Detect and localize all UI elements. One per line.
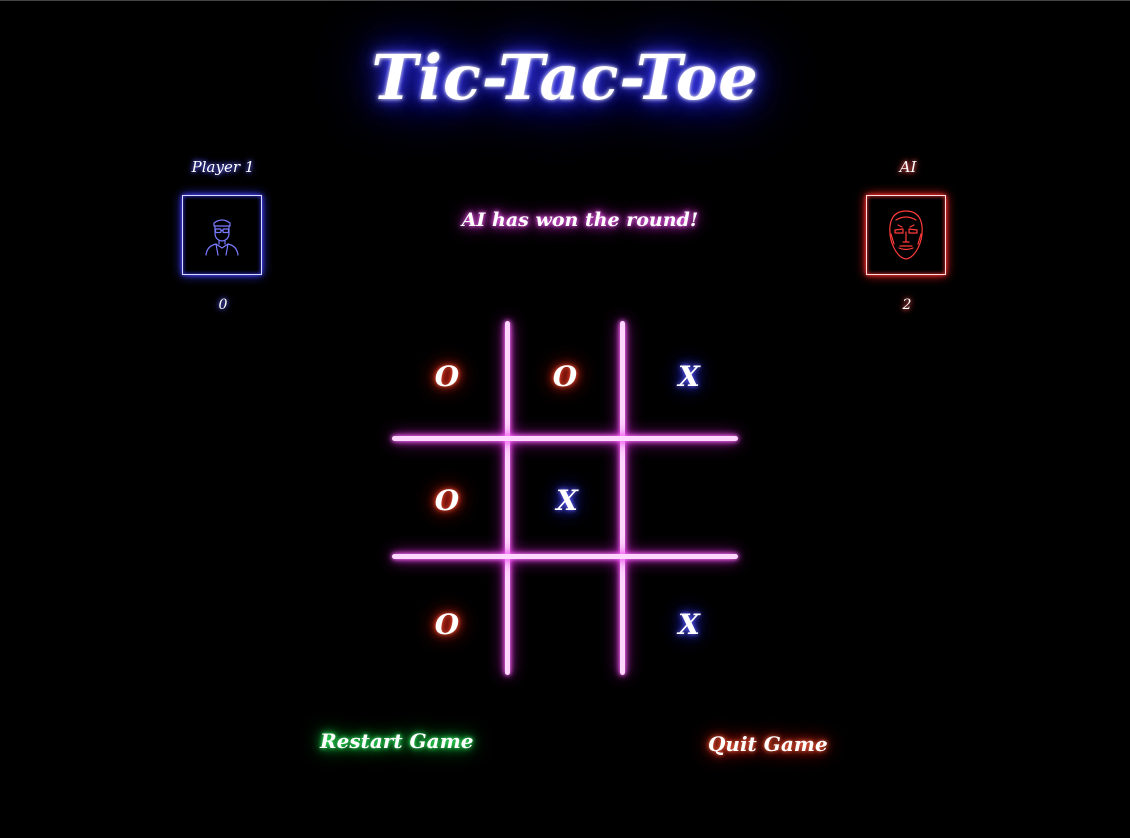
ai-score: 2 (902, 297, 912, 313)
board-cell-8[interactable] (512, 569, 622, 679)
player1-score: 0 (218, 297, 228, 313)
board-cell-1[interactable]: O (392, 321, 502, 431)
game-board: O O X O X O X (392, 321, 738, 675)
restart-game-button[interactable]: Restart Game (320, 729, 473, 753)
quit-game-button[interactable]: Quit Game (708, 732, 828, 756)
board-cell-4[interactable]: O (392, 445, 502, 555)
board-cell-9[interactable]: X (634, 569, 744, 679)
person-outline-icon (205, 219, 239, 256)
ai-avatar (866, 195, 946, 275)
board-cell-2[interactable]: O (510, 321, 620, 431)
board-cell-3[interactable]: X (634, 321, 744, 431)
board-cell-6[interactable] (634, 445, 744, 555)
player1-label: Player 1 (191, 158, 255, 176)
round-status-message: AI has won the round! (461, 209, 699, 231)
board-cell-7[interactable]: O (392, 569, 502, 679)
player1-avatar (182, 195, 262, 275)
game-screen: Tic-Tac-Toe Player 1 0 AI has won the ro… (0, 0, 1130, 838)
grid-line (392, 436, 738, 441)
board-cell-5[interactable]: X (512, 445, 622, 555)
ai-label: AI (899, 158, 917, 176)
robot-face-icon (889, 210, 923, 260)
game-title: Tic-Tac-Toe (371, 41, 759, 114)
